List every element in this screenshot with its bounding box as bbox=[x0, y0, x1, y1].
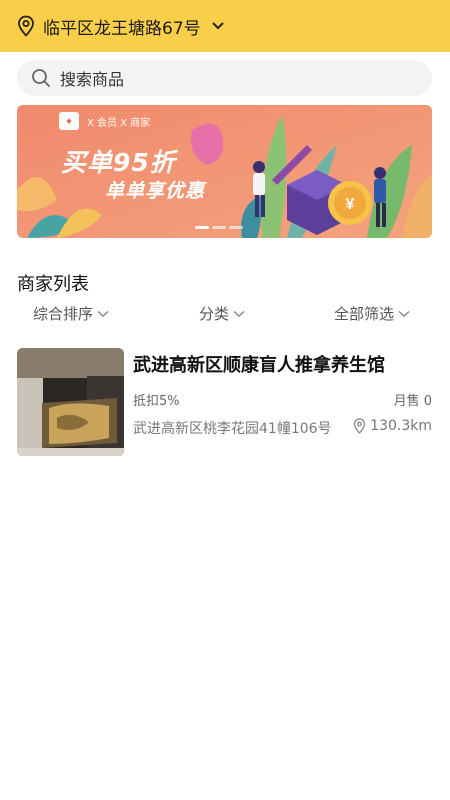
merchant-list-item[interactable]: 武进高新区顺康盲人推拿养生馆 抵扣5% 月售 0 武进高新区桃李花园41幢106… bbox=[17, 348, 432, 458]
carousel-indicator bbox=[195, 226, 243, 229]
filter-all-label: 全部筛选 bbox=[334, 305, 395, 323]
filter-all[interactable]: 全部筛选 bbox=[334, 303, 410, 324]
search-icon bbox=[32, 69, 50, 87]
chevron-down-icon bbox=[233, 310, 245, 317]
svg-text:¥: ¥ bbox=[346, 196, 355, 213]
merchant-address: 武进高新区桃李花园41幢106号 bbox=[133, 421, 332, 437]
merchant-distance: 130.3km bbox=[353, 418, 432, 434]
carousel-dot[interactable] bbox=[212, 226, 226, 229]
carousel-dot[interactable] bbox=[195, 226, 209, 229]
location-bar[interactable]: 临平区龙王塘路67号 bbox=[0, 0, 450, 52]
merchant-photo bbox=[17, 348, 124, 456]
filter-sort-label: 综合排序 bbox=[33, 305, 94, 323]
filter-bar: 综合排序 分类 全部筛选 bbox=[0, 303, 450, 325]
banner-logo-text: X 会员 X 商家 bbox=[87, 117, 151, 129]
filter-sort[interactable]: 综合排序 bbox=[33, 303, 109, 324]
merchant-name[interactable]: 武进高新区顺康盲人推拿养生馆 bbox=[133, 351, 385, 377]
chevron-down-icon bbox=[398, 310, 410, 317]
location-pin-icon bbox=[18, 15, 34, 37]
current-location[interactable]: 临平区龙王塘路67号 bbox=[43, 14, 201, 39]
promo-banner[interactable]: ¥ ◆ X 会员 X 商家 买单95折 单单享优惠 bbox=[17, 105, 432, 238]
filter-category-label: 分类 bbox=[199, 305, 230, 323]
banner-subtitle: 单单享优惠 bbox=[105, 180, 206, 202]
chevron-down-icon bbox=[97, 310, 109, 317]
brand-logo-icon: ◆ bbox=[59, 112, 79, 130]
merchant-list-title: 商家列表 bbox=[17, 274, 89, 295]
merchant-distance-value: 130.3km bbox=[370, 418, 432, 434]
merchant-discount: 抵扣5% bbox=[133, 394, 180, 409]
filter-category[interactable]: 分类 bbox=[199, 303, 245, 324]
banner-logo: ◆ X 会员 X 商家 bbox=[59, 111, 150, 131]
search-bar[interactable]: 搜索商品 bbox=[17, 60, 432, 96]
location-pin-icon bbox=[354, 418, 366, 434]
chevron-down-icon[interactable] bbox=[211, 21, 225, 31]
search-input[interactable]: 搜索商品 bbox=[60, 66, 124, 90]
carousel-dot[interactable] bbox=[229, 226, 243, 229]
banner-title: 买单95折 bbox=[61, 148, 176, 177]
merchant-monthly-sales: 月售 0 bbox=[393, 394, 432, 409]
